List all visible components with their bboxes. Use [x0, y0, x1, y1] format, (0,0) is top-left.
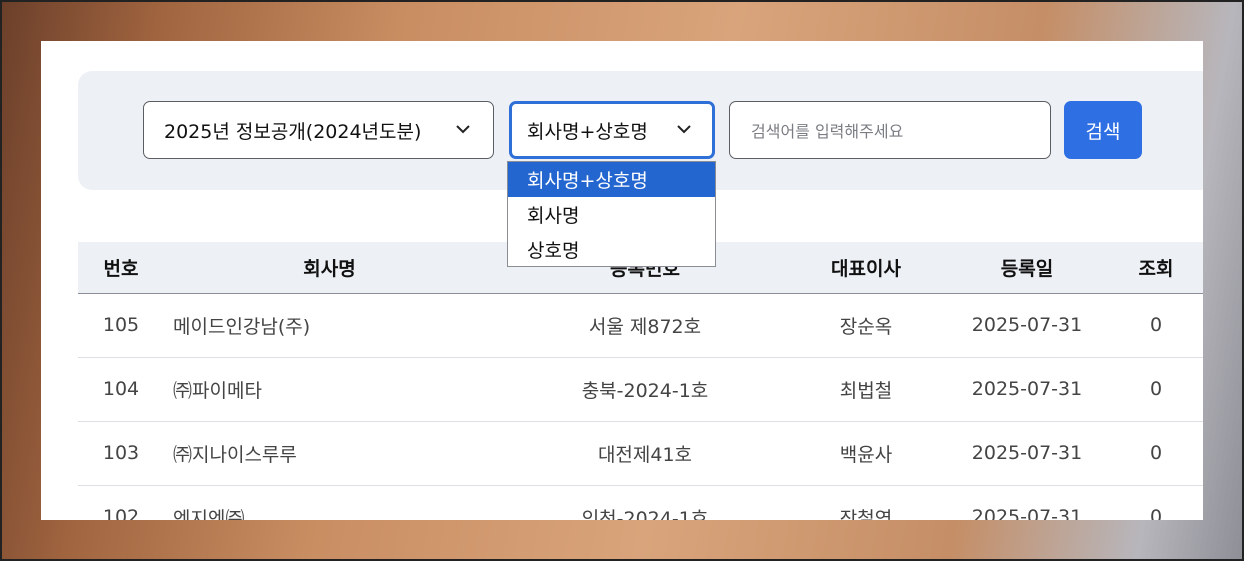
cell-views: 0: [1118, 357, 1203, 422]
dropdown-option[interactable]: 상호명: [508, 232, 715, 267]
cell-date: 2025-07-31: [936, 485, 1118, 520]
header-registration-date[interactable]: 등록일: [936, 242, 1118, 294]
cell-ceo: 장철영: [796, 485, 936, 520]
header-number[interactable]: 번호: [78, 242, 165, 294]
cell-company-name[interactable]: ㈜파이메타: [165, 357, 494, 422]
cell-date: 2025-07-31: [936, 421, 1118, 486]
dropdown-option[interactable]: 회사명+상호명: [508, 162, 715, 197]
year-select-value: 2025년 정보공개(2024년도분): [164, 120, 422, 143]
header-ceo[interactable]: 대표이사: [796, 242, 936, 294]
table-row[interactable]: 104 ㈜파이메타 충북-2024-1호 최법철 2025-07-31 0: [78, 357, 1203, 422]
search-input-placeholder: 검색어를 입력해주세요: [751, 122, 904, 141]
cell-views: 0: [1118, 421, 1203, 486]
cell-ceo: 백윤사: [796, 421, 936, 486]
cell-registration-number: 대전제41호: [494, 421, 796, 486]
cell-number: 102: [78, 485, 165, 520]
chevron-down-icon: [677, 125, 691, 134]
search-type-value: 회사명+상호명: [527, 120, 648, 143]
table-row[interactable]: 105 메이드인강남(주) 서울 제872호 장순옥 2025-07-31 0: [78, 293, 1203, 358]
dropdown-option[interactable]: 회사명: [508, 197, 715, 232]
results-table: 번호 회사명 등록번호 대표이사 등록일 조회 105 메이드인강남(주) 서울…: [78, 242, 1203, 520]
cell-company-name[interactable]: 엔지엔㈜: [165, 485, 494, 520]
search-type-dropdown: 회사명+상호명 회사명 상호명: [507, 161, 716, 267]
cell-date: 2025-07-31: [936, 357, 1118, 422]
cell-registration-number: 충북-2024-1호: [494, 357, 796, 422]
search-type-select[interactable]: 회사명+상호명: [509, 101, 715, 159]
header-company-name[interactable]: 회사명: [165, 242, 494, 294]
year-select[interactable]: 2025년 정보공개(2024년도분): [143, 101, 494, 159]
cell-number: 105: [78, 293, 165, 358]
header-views[interactable]: 조회: [1118, 242, 1203, 294]
cell-company-name[interactable]: 메이드인강남(주): [165, 293, 494, 358]
cell-ceo: 최법철: [796, 357, 936, 422]
search-button[interactable]: 검색: [1064, 101, 1142, 159]
cell-ceo: 장순옥: [796, 293, 936, 358]
cell-date: 2025-07-31: [936, 293, 1118, 358]
table-row[interactable]: 103 ㈜지나이스루루 대전제41호 백윤사 2025-07-31 0: [78, 421, 1203, 486]
chevron-down-icon: [456, 125, 470, 134]
cell-views: 0: [1118, 485, 1203, 520]
cell-registration-number: 인천-2024-1호: [494, 485, 796, 520]
search-input[interactable]: 검색어를 입력해주세요: [729, 101, 1051, 159]
table-row[interactable]: 102 엔지엔㈜ 인천-2024-1호 장철영 2025-07-31 0: [78, 485, 1203, 520]
cell-number: 104: [78, 357, 165, 422]
cell-company-name[interactable]: ㈜지나이스루루: [165, 421, 494, 486]
cell-registration-number: 서울 제872호: [494, 293, 796, 358]
main-panel: 2025년 정보공개(2024년도분) 회사명+상호명 검색어를 입력해주세요 …: [41, 41, 1203, 520]
cell-views: 0: [1118, 293, 1203, 358]
cell-number: 103: [78, 421, 165, 486]
